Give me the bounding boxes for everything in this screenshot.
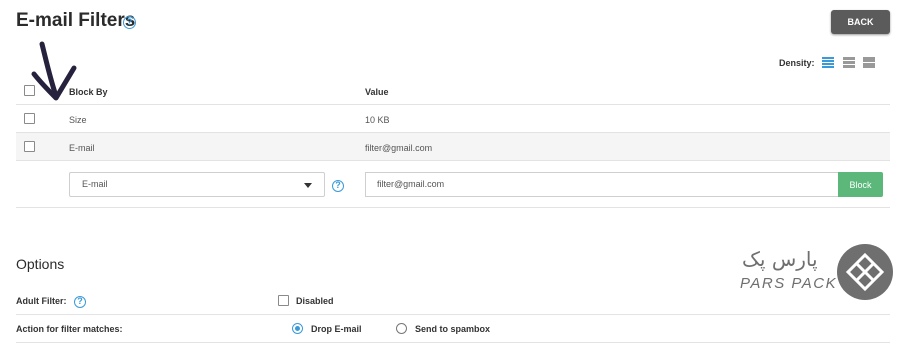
block-by-select[interactable]: E-mail [69, 172, 325, 197]
row-checkbox[interactable] [24, 141, 35, 152]
back-button[interactable]: BACK [831, 10, 890, 34]
adult-filter-checkbox-label[interactable]: Disabled [296, 296, 334, 306]
density-compact-icon[interactable] [822, 57, 834, 68]
options-title: Options [16, 256, 65, 272]
select-help-icon[interactable]: ? [332, 180, 344, 192]
table-row [16, 105, 890, 132]
page-title: E-mail Filters [16, 10, 136, 31]
density-medium-icon[interactable] [843, 57, 855, 68]
watermark-en-text: PARS PACK [740, 275, 838, 292]
row-value: 10 KB [365, 115, 390, 125]
density-large-icon[interactable] [863, 57, 875, 68]
action-label: Action for filter matches: [16, 324, 123, 334]
block-button[interactable]: Block [838, 172, 883, 197]
adult-filter-help-icon[interactable]: ? [74, 296, 86, 308]
row-checkbox[interactable] [24, 113, 35, 124]
column-header-block-by[interactable]: Block By [69, 87, 108, 97]
chevron-down-icon [304, 183, 312, 188]
density-label: Density: [779, 58, 815, 68]
select-all-checkbox[interactable] [24, 85, 35, 96]
column-header-value[interactable]: Value [365, 87, 389, 97]
watermark-fa-text: پارس پک [742, 247, 818, 271]
drop-email-label[interactable]: Drop E-mail [311, 324, 362, 334]
parspack-logo-icon [837, 244, 893, 300]
row-block-by: E-mail [69, 143, 95, 153]
filter-value-input[interactable]: filter@gmail.com [365, 172, 838, 197]
row-value: filter@gmail.com [365, 143, 433, 153]
row-block-by: Size [69, 115, 87, 125]
adult-filter-checkbox[interactable] [278, 295, 289, 306]
send-to-spambox-radio[interactable] [396, 323, 407, 334]
title-help-icon[interactable]: ? [123, 16, 136, 29]
table-row [16, 133, 890, 160]
send-to-spambox-label[interactable]: Send to spambox [415, 324, 490, 334]
block-by-select-value: E-mail [82, 179, 108, 189]
adult-filter-label: Adult Filter: [16, 296, 67, 306]
drop-email-radio[interactable] [292, 323, 303, 334]
